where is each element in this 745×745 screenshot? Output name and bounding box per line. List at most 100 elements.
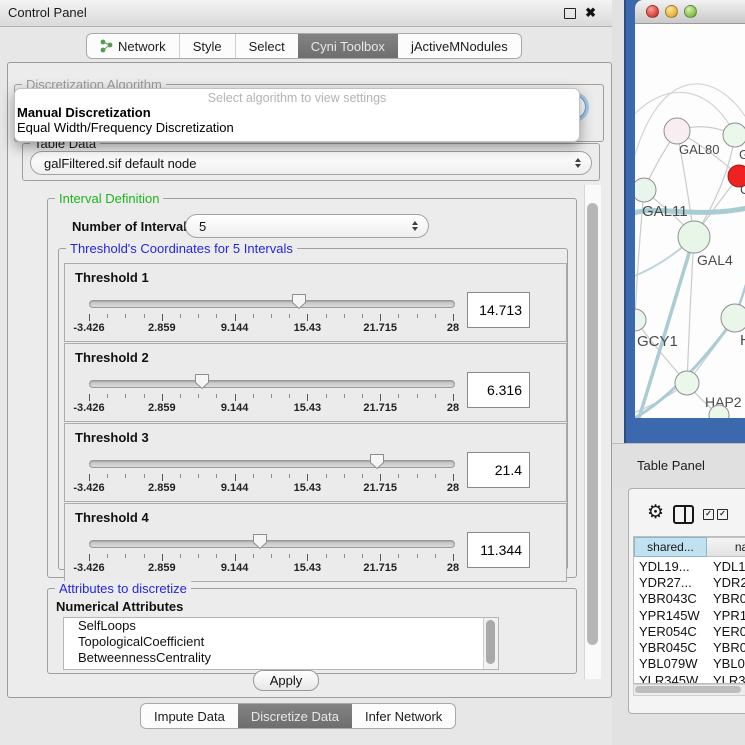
numerical-attributes-list[interactable]: SelfLoopsTopologicalCoefficientBetweenne… [63, 617, 499, 670]
table-row[interactable]: YDR27...YDR2 [634, 574, 745, 590]
network-node[interactable] [678, 221, 710, 253]
network-node[interactable] [635, 178, 656, 202]
table-data-combobox[interactable]: galFiltered.sif default node [30, 151, 592, 175]
threshold-slider-thumb[interactable] [194, 373, 210, 390]
attribute-list-item[interactable]: BetweennessCentrality [64, 650, 498, 666]
cell-shared-name[interactable]: YER054C [634, 624, 707, 639]
network-canvas[interactable]: GAL80GCGAL11GAL4GCY1HHAP2 [635, 24, 745, 418]
cell-name[interactable]: YDR2 [707, 575, 745, 590]
threshold-slider-track[interactable] [89, 460, 455, 468]
columns-icon[interactable] [673, 505, 694, 524]
cell-name[interactable]: YLR3 [707, 673, 745, 684]
network-node[interactable] [675, 371, 699, 395]
minimize-light-icon[interactable] [665, 5, 678, 18]
cell-shared-name[interactable]: YDL19... [634, 559, 707, 574]
number-of-intervals-spinner[interactable]: 5 [185, 214, 429, 238]
float-window-icon[interactable] [564, 8, 576, 19]
gear-icon[interactable]: ⚙ [647, 504, 664, 523]
tab-style[interactable]: Style [179, 34, 235, 58]
scale-label: 28 [447, 482, 459, 494]
cell-name[interactable]: YBL0 [707, 656, 745, 671]
node-label: GAL4 [697, 252, 733, 268]
scrollbar-thumb[interactable] [635, 686, 741, 693]
cell-shared-name[interactable]: YBR043C [634, 591, 707, 606]
threshold-panel: Threshold 4 -3.4262.8599.14415.4321.7152… [64, 503, 567, 582]
threshold-slider-track[interactable] [89, 300, 455, 308]
checkbox-icons[interactable]: ✓ ✓ [703, 509, 728, 520]
table-data-selected: galFiltered.sif default node [31, 156, 575, 171]
settings-vertical-scrollbar[interactable] [584, 185, 601, 679]
close-icon[interactable]: ✖ [585, 7, 596, 19]
network-node[interactable] [635, 309, 646, 331]
scale-label: 9.144 [221, 562, 249, 574]
cell-shared-name[interactable]: YBR045C [634, 640, 707, 655]
table-horizontal-scrollbar[interactable] [633, 684, 745, 696]
column-header-name[interactable]: na... [707, 537, 745, 557]
cell-name[interactable]: YER0 [707, 624, 745, 639]
table-row[interactable]: YLR345WYLR3 [634, 672, 745, 684]
tab-label: Select [249, 39, 285, 54]
cell-name[interactable]: YBR0 [707, 640, 745, 655]
threshold-panel: Threshold 2 -3.4262.8599.14415.4321.7152… [64, 343, 567, 422]
scale-label: 9.144 [221, 482, 249, 494]
column-header-shared[interactable]: shared... [634, 537, 707, 557]
attribute-list-item[interactable]: TopologicalCoefficient [64, 634, 498, 650]
table-row[interactable]: YBR043CYBR0 [634, 591, 745, 607]
cell-name[interactable]: YPR1 [707, 608, 745, 623]
table-row[interactable]: YPR145WYPR1 [634, 607, 745, 623]
apply-button[interactable]: Apply [253, 670, 319, 691]
threshold-slider-track[interactable] [89, 540, 455, 548]
tab-impute-data[interactable]: Impute Data [141, 704, 238, 728]
cell-shared-name[interactable]: YPR145W [634, 608, 707, 623]
threshold-value-field[interactable]: 14.713 [467, 292, 530, 328]
scale-label: 15.43 [294, 322, 322, 334]
attributes-list-scrollbar[interactable] [483, 618, 498, 669]
threshold-value-field[interactable]: 11.344 [467, 532, 530, 568]
algorithm-dropdown-popup: Select algorithm to view settings Manual… [14, 88, 580, 142]
threshold-value-field[interactable]: 21.4 [467, 452, 530, 488]
threshold-slider-track[interactable] [89, 380, 455, 388]
tab-infer-network[interactable]: Infer Network [352, 704, 455, 728]
table-row[interactable]: YDL19...YDL1 [634, 558, 745, 574]
network-icon [100, 39, 113, 53]
scale-label: 21.715 [363, 322, 397, 334]
tab-discretize-data[interactable]: Discretize Data [238, 704, 352, 728]
network-node[interactable] [723, 123, 745, 147]
tab-jactivemnodules[interactable]: jActiveMNodules [398, 34, 521, 58]
cell-name[interactable]: YDL1 [707, 559, 745, 574]
table-row[interactable]: YER054CYER0 [634, 623, 745, 639]
zoom-light-icon[interactable] [684, 5, 697, 18]
threshold-label: Threshold 1 [75, 270, 149, 285]
attribute-list-item[interactable]: SelfLoops [64, 618, 498, 634]
table-row[interactable]: YBL079WYBL0 [634, 656, 745, 672]
algorithm-option[interactable]: Manual Discretization [15, 105, 579, 120]
scale-label: 21.715 [363, 482, 397, 494]
top-tab-bar: NetworkStyle Select Cyni Toolbox jActiveMNo… [86, 33, 522, 59]
algorithm-option[interactable]: Equal Width/Frequency Discretization [15, 120, 579, 135]
threshold-slider-thumb[interactable] [291, 293, 307, 310]
tab-cyni-toolbox[interactable]: Cyni Toolbox [298, 34, 398, 58]
threshold-slider-thumb[interactable] [369, 453, 385, 470]
tab-label: Impute Data [154, 709, 225, 724]
network-node[interactable] [721, 304, 745, 332]
tab-label: Cyni Toolbox [311, 39, 385, 54]
cell-shared-name[interactable]: YBL079W [634, 656, 707, 671]
table-row[interactable]: YBR045CYBR0 [634, 640, 745, 656]
scale-label: 21.715 [363, 562, 397, 574]
threshold-label: Threshold 4 [75, 510, 149, 525]
updown-arrows-icon [575, 158, 581, 168]
threshold-slider-thumb[interactable] [252, 533, 268, 550]
number-of-intervals-value: 5 [186, 219, 412, 234]
checkbox-icon[interactable]: ✓ [717, 509, 728, 520]
scrollbar-thumb[interactable] [587, 203, 598, 645]
scrollbar-thumb[interactable] [486, 620, 495, 664]
checkbox-icon[interactable]: ✓ [703, 509, 714, 520]
cell-shared-name[interactable]: YLR345W [634, 673, 707, 684]
cell-shared-name[interactable]: YDR27... [634, 575, 707, 590]
tab-network[interactable]: Network [87, 34, 179, 58]
threshold-value-field[interactable]: 6.316 [467, 372, 530, 408]
close-light-icon[interactable] [646, 5, 659, 18]
tab-select[interactable]: Select [235, 34, 298, 58]
cell-name[interactable]: YBR0 [707, 591, 745, 606]
network-node[interactable] [664, 118, 690, 144]
